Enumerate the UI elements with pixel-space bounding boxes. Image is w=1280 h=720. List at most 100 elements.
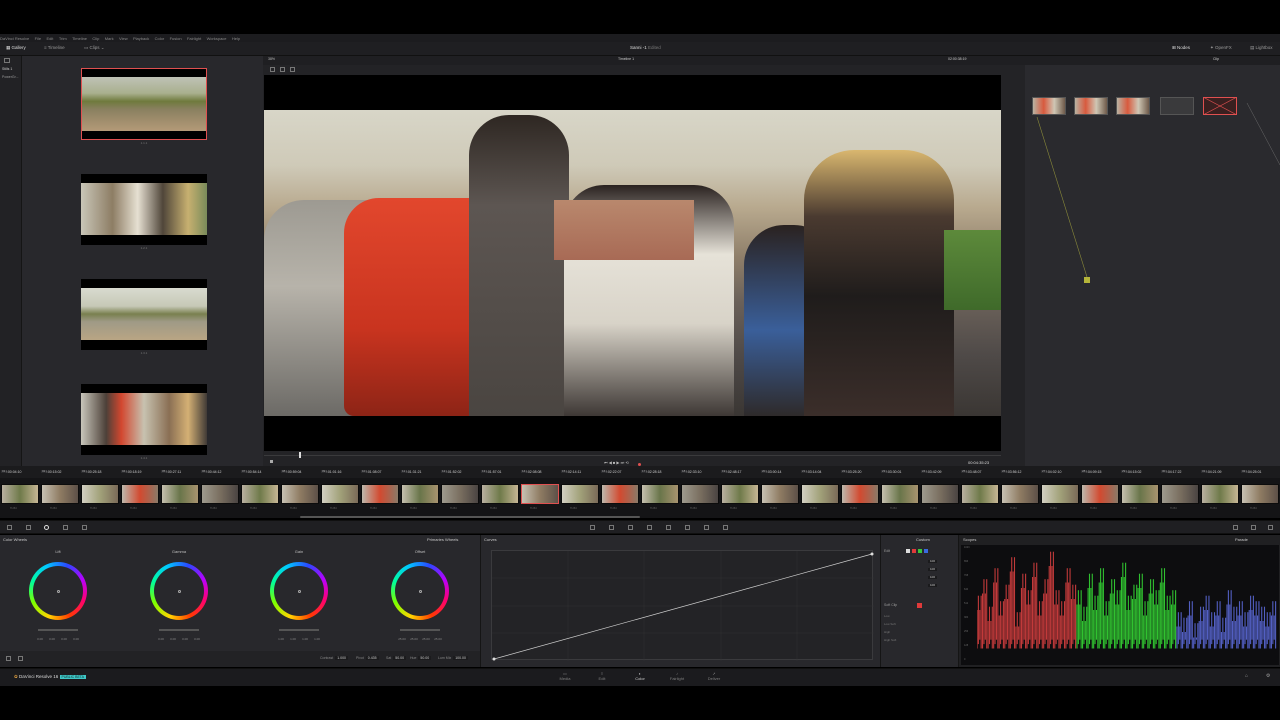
- qualifier-icon[interactable]: [609, 525, 614, 530]
- channel-r-toggle[interactable]: [912, 549, 916, 553]
- menu-item[interactable]: Fusion: [170, 34, 182, 41]
- timeline-clip[interactable]: [1121, 484, 1159, 504]
- timeline-clip[interactable]: [1201, 484, 1239, 504]
- timeline-clip[interactable]: [521, 484, 559, 504]
- home-icon[interactable]: ⌂: [1245, 674, 1248, 679]
- lightbox-button[interactable]: ▤ Lightbox: [1250, 45, 1273, 51]
- timeline-clip[interactable]: [361, 484, 399, 504]
- viewer-transport-icon[interactable]: [270, 460, 273, 463]
- timeline-clip[interactable]: [1081, 484, 1119, 504]
- album-powergrade[interactable]: PowerGr...: [2, 75, 19, 80]
- rgb-mixer-icon[interactable]: [63, 525, 68, 530]
- motion-effects-icon[interactable]: [82, 525, 87, 530]
- viewer-tool-icon[interactable]: [280, 67, 285, 72]
- curves-mode[interactable]: Custom: [916, 538, 930, 542]
- sizing-icon[interactable]: [723, 525, 728, 530]
- contrast-param[interactable]: Contrast 1.000: [320, 656, 348, 660]
- menu-item[interactable]: Playback: [133, 34, 149, 41]
- menu-item[interactable]: DaVinci Resolve: [0, 34, 29, 41]
- gallery-button[interactable]: ▦ Gallery: [6, 45, 26, 51]
- offset-wheel-center[interactable]: [418, 589, 422, 593]
- nodes-button[interactable]: ⊞ Nodes: [1172, 45, 1190, 51]
- timeline-clip[interactable]: [1001, 484, 1039, 504]
- curve-graph[interactable]: [491, 550, 874, 661]
- timeline-clip[interactable]: [1, 484, 39, 504]
- camera-raw-icon[interactable]: [7, 525, 12, 530]
- timeline-clip[interactable]: [241, 484, 279, 504]
- timeline-clip[interactable]: [441, 484, 479, 504]
- viewer-tool-icon[interactable]: [290, 67, 295, 72]
- page-two-icon[interactable]: [18, 656, 23, 661]
- gallery-still-3[interactable]: [81, 279, 207, 350]
- menu-item[interactable]: Clip: [92, 34, 99, 41]
- color-wheels-icon[interactable]: [44, 525, 49, 530]
- scrubber-playhead[interactable]: [299, 452, 301, 458]
- intensity-r[interactable]: 100: [928, 568, 938, 571]
- scopes-icon[interactable]: [1251, 525, 1256, 530]
- page-media[interactable]: ▭ Media: [550, 671, 580, 681]
- menu-item[interactable]: File: [35, 34, 41, 41]
- intensity-b[interactable]: 100: [928, 584, 938, 587]
- gallery-view-icon[interactable]: [4, 58, 10, 63]
- gamma-wheel-center[interactable]: [177, 589, 181, 593]
- page-deliver[interactable]: ➚ Deliver: [699, 671, 729, 681]
- timeline-clip[interactable]: [41, 484, 79, 504]
- timeline-clip[interactable]: [601, 484, 639, 504]
- gallery-still-2[interactable]: [81, 174, 207, 245]
- window-icon[interactable]: [628, 525, 633, 530]
- channel-y-toggle[interactable]: [906, 549, 910, 553]
- timeline-clip[interactable]: [201, 484, 239, 504]
- timeline-clip[interactable]: [881, 484, 919, 504]
- viewer-zoom[interactable]: 38%: [268, 57, 275, 62]
- curves-icon[interactable]: [590, 525, 595, 530]
- viewer-scrubber[interactable]: [264, 455, 1001, 456]
- lum-mix-param[interactable]: Lum Mix 100.00: [438, 656, 468, 660]
- timeline-clip[interactable]: [921, 484, 959, 504]
- timeline-clip[interactable]: [321, 484, 359, 504]
- timeline-clip[interactable]: [481, 484, 519, 504]
- gallery-still-1[interactable]: [81, 68, 207, 140]
- node-editor[interactable]: [1025, 65, 1280, 466]
- offset-master-slider[interactable]: [400, 629, 440, 631]
- intensity-y[interactable]: 100: [928, 560, 938, 563]
- menu-item[interactable]: Edit: [47, 34, 54, 41]
- timeline-clip[interactable]: [1041, 484, 1079, 504]
- gallery-still-4[interactable]: [81, 384, 207, 455]
- menu-item[interactable]: Fairlight: [187, 34, 201, 41]
- timeline-clip[interactable]: [841, 484, 879, 504]
- timeline-clip[interactable]: [681, 484, 719, 504]
- timeline-clip[interactable]: [1161, 484, 1199, 504]
- page-edit[interactable]: ≡ Edit: [587, 671, 617, 681]
- timeline-clip[interactable]: [641, 484, 679, 504]
- menu-item[interactable]: Trim: [59, 34, 67, 41]
- album-stills[interactable]: Stills 1: [2, 67, 12, 72]
- timeline-clip[interactable]: [721, 484, 759, 504]
- hue-param[interactable]: Hue 50.00: [410, 656, 432, 660]
- timeline-clip[interactable]: [561, 484, 599, 504]
- menu-item[interactable]: Workspace: [207, 34, 227, 41]
- magic-mask-icon[interactable]: [666, 525, 671, 530]
- menu-item[interactable]: Timeline: [72, 34, 87, 41]
- menu-item[interactable]: Help: [232, 34, 240, 41]
- saturation-param[interactable]: Sat 50.00: [386, 656, 407, 660]
- key-icon[interactable]: [704, 525, 709, 530]
- settings-gear-icon[interactable]: ⚙: [1266, 674, 1270, 679]
- transport-controls[interactable]: ⏮ ◀ ■ ▶ ⏭ ⟲: [604, 461, 629, 465]
- node-mode[interactable]: Clip: [1213, 57, 1219, 62]
- channel-b-toggle[interactable]: [924, 549, 928, 553]
- menu-item[interactable]: Color: [155, 34, 165, 41]
- openfx-button[interactable]: ✦ OpenFX: [1210, 45, 1232, 51]
- page-fairlight[interactable]: ♪ Fairlight: [662, 671, 692, 681]
- timeline-clip[interactable]: [281, 484, 319, 504]
- timeline-clip[interactable]: [81, 484, 119, 504]
- timeline-clip[interactable]: [801, 484, 839, 504]
- soft-clip-channel[interactable]: [917, 603, 922, 608]
- gain-wheel-center[interactable]: [297, 589, 301, 593]
- info-icon[interactable]: [1268, 525, 1273, 530]
- pivot-param[interactable]: Pivot 0.435: [356, 656, 379, 660]
- page-one-icon[interactable]: [6, 656, 11, 661]
- lift-wheel-center[interactable]: [56, 589, 60, 593]
- gain-master-slider[interactable]: [279, 629, 319, 631]
- page-color[interactable]: ◐ Color: [625, 671, 655, 681]
- keyframes-icon[interactable]: [1233, 525, 1238, 530]
